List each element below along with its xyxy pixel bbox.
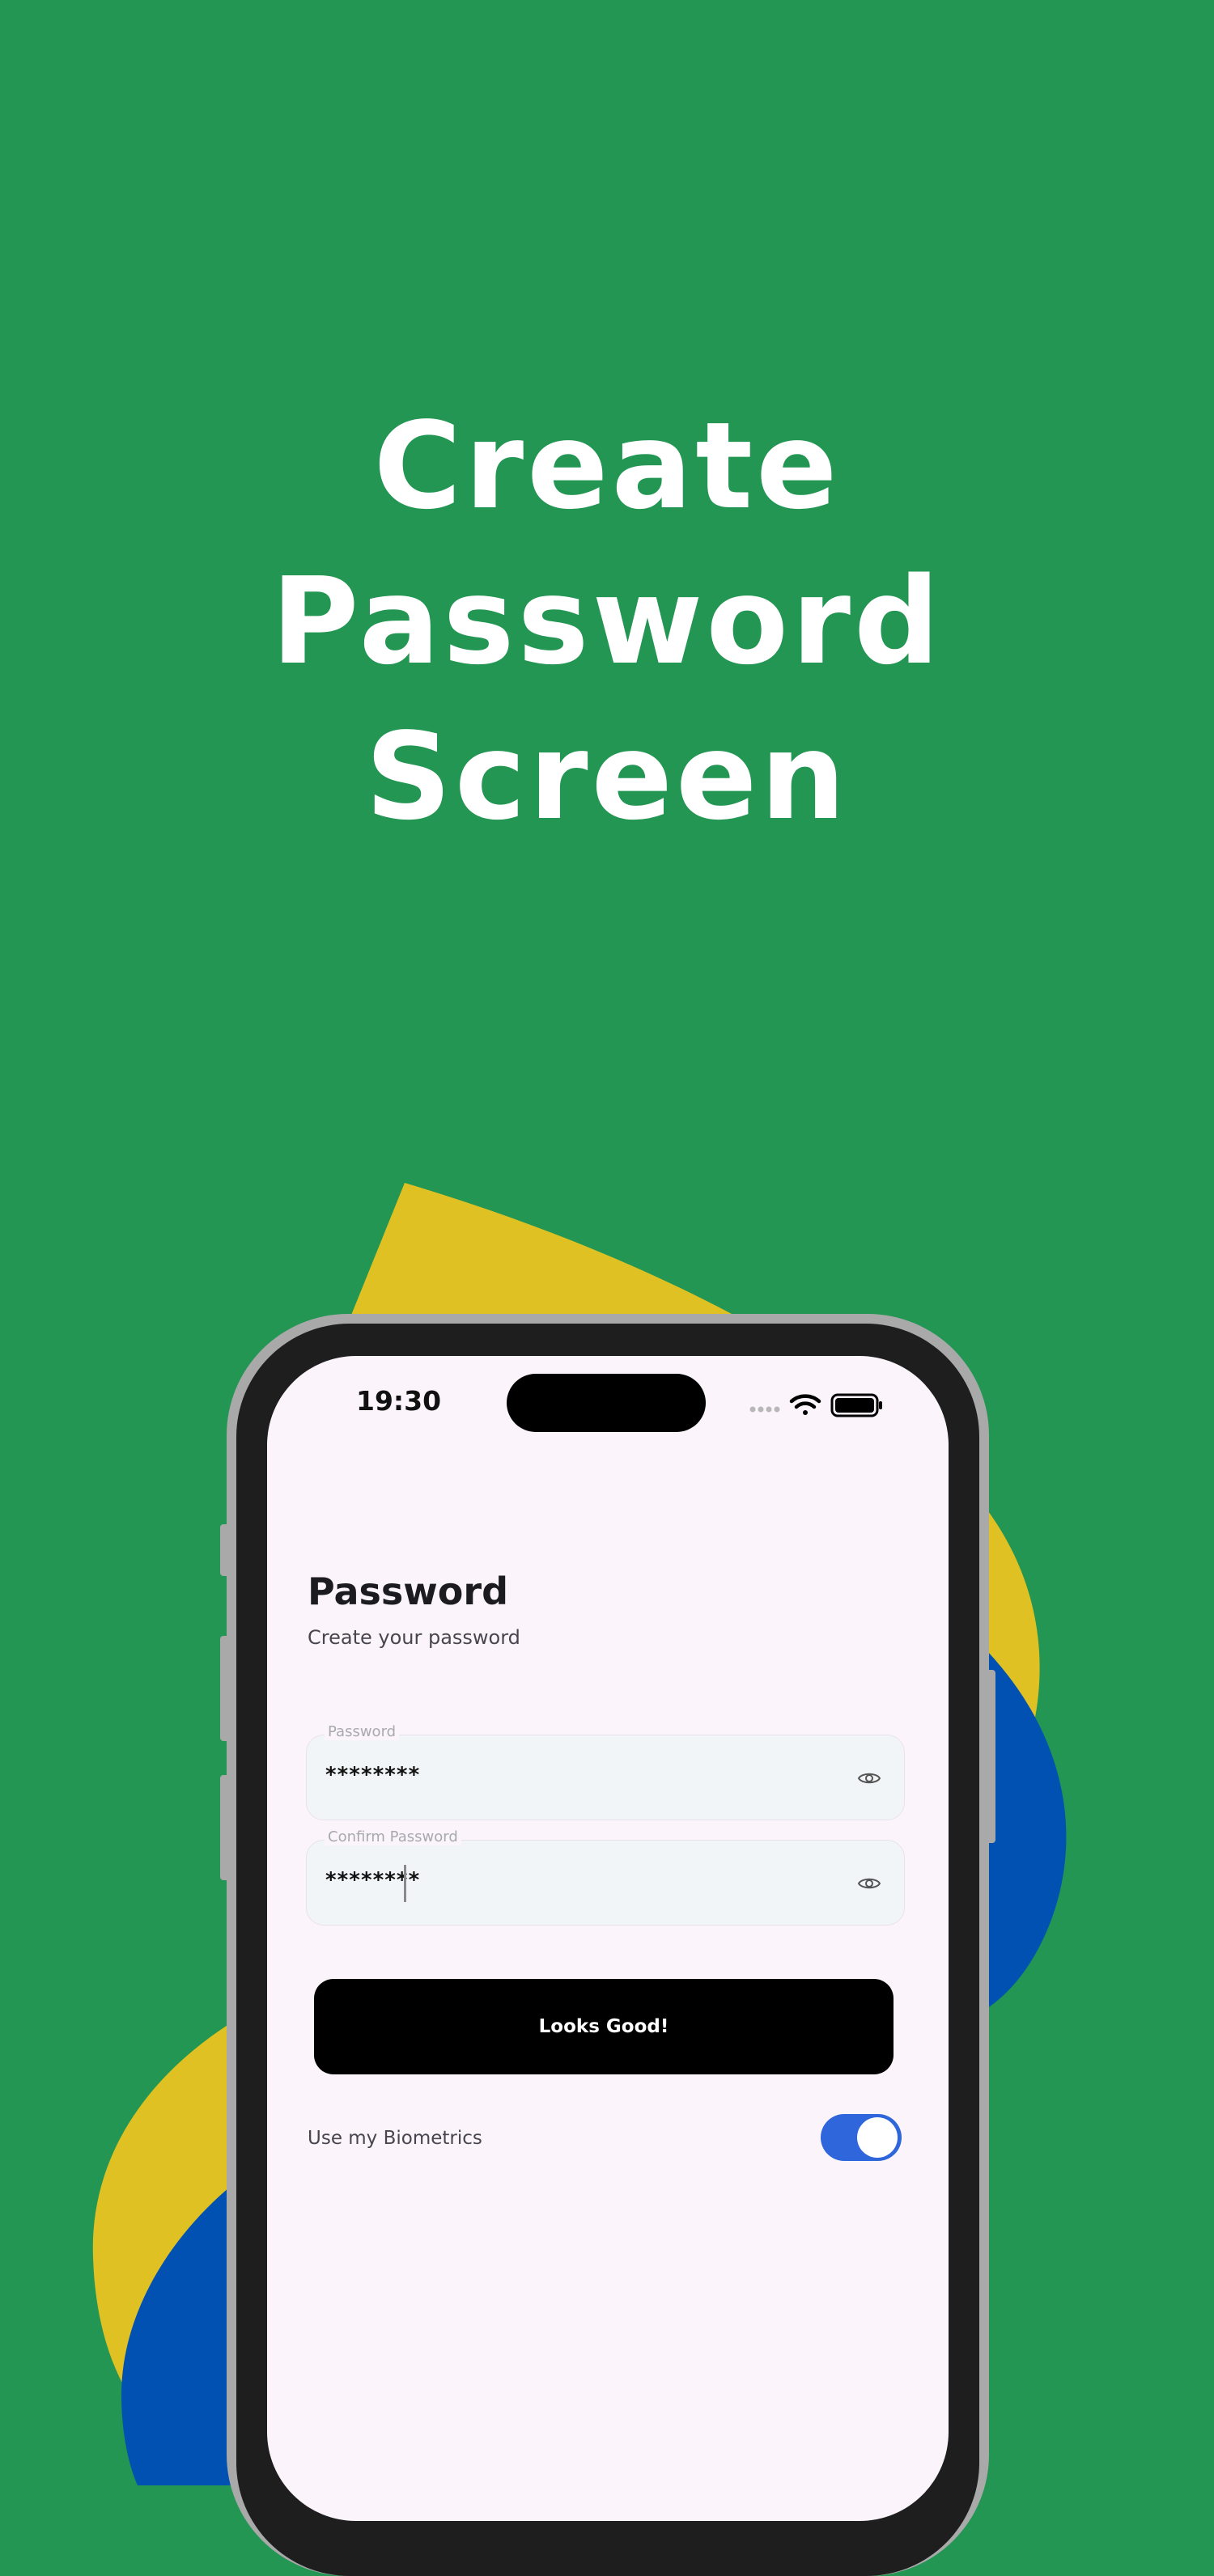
status-icons (749, 1393, 882, 1417)
wifi-icon (789, 1394, 821, 1415)
eye-icon[interactable] (857, 1871, 881, 1896)
headline-line-1: Create (373, 396, 841, 536)
phone-volume-down (220, 1775, 231, 1880)
password-field-label: Password (325, 1724, 400, 1740)
toggle-knob (857, 2117, 898, 2158)
battery-icon (830, 1393, 882, 1417)
biometrics-toggle[interactable] (821, 2114, 902, 2161)
phone-volume-up (220, 1636, 231, 1741)
phone-power-button (984, 1670, 995, 1843)
dynamic-island (507, 1374, 706, 1432)
eye-icon[interactable] (857, 1766, 881, 1790)
status-time: 19:30 (356, 1385, 442, 1417)
biometrics-label: Use my Biometrics (308, 2128, 482, 2149)
confirm-password-field[interactable]: Confirm Password ******** (306, 1829, 905, 1926)
app-screen: 19:30 Password Create your password Pass… (267, 1356, 949, 2521)
page-headline: Create Password Screen (0, 388, 1214, 854)
phone-mute-switch (220, 1524, 231, 1576)
password-field[interactable]: Password ******** (306, 1724, 905, 1820)
password-field-value[interactable]: ******** (325, 1763, 420, 1787)
text-cursor (404, 1865, 406, 1902)
headline-line-2: Password (271, 552, 943, 691)
looks-good-button[interactable]: Looks Good! (314, 1979, 894, 2074)
page-subtitle: Create your password (308, 1626, 520, 1649)
signal-dots-icon (749, 1406, 780, 1413)
headline-line-3: Screen (365, 707, 849, 846)
page-title: Password (308, 1570, 508, 1613)
confirm-password-field-label: Confirm Password (325, 1829, 461, 1845)
